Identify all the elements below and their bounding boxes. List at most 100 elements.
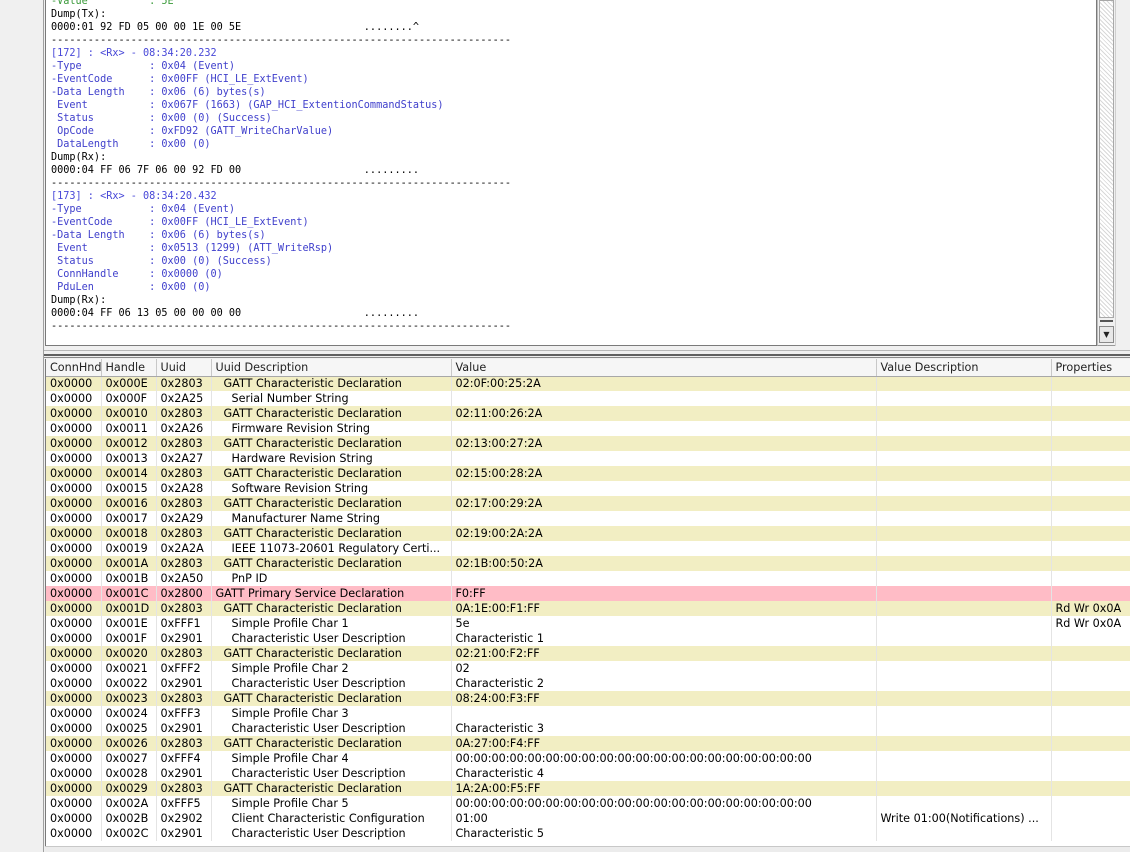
table-row[interactable]: 0x0000 0x001E 0xFFF1 Simple Profile Char 15… (46, 616, 1130, 631)
value-cell[interactable]: Characteristic 5 (451, 826, 877, 841)
table-row[interactable]: 0x0000 0x0017 0x2A29 Manufacturer Name Stri… (46, 511, 1130, 526)
uuid-cell: 0x2803 (156, 406, 212, 421)
value-cell[interactable] (451, 511, 877, 526)
table-row[interactable]: 0x0000 0x0016 0x2803 GATT Characteristic De… (46, 496, 1130, 511)
value-cell[interactable]: 02:13:00:27:2A (451, 436, 877, 451)
table-row[interactable]: 0x0000 0x001B 0x2A50 PnP ID (46, 571, 1130, 586)
scroll-down-arrow-icon[interactable]: ▼ (1099, 326, 1114, 343)
table-row[interactable]: 0x0000 0x002C 0x2901 Characteristic User De… (46, 826, 1130, 841)
value-cell[interactable]: Characteristic 1 (451, 631, 877, 646)
value-cell[interactable]: 02:0F:00:25:2A (451, 376, 877, 391)
log-line: Dump(Rx): (51, 152, 107, 163)
value-cell[interactable]: Characteristic 2 (451, 676, 877, 691)
table-row[interactable]: 0x0000 0x0015 0x2A28 Software Revision Stri… (46, 481, 1130, 496)
table-row[interactable]: 0x0000 0x0010 0x2803 GATT Characteristic De… (46, 406, 1130, 421)
value-cell[interactable]: 02:11:00:26:2A (451, 406, 877, 421)
column-header-connhnd[interactable]: ConnHnd (46, 359, 102, 377)
table-row[interactable]: 0x0000 0x002B 0x2902 Client Characteristic … (46, 811, 1130, 826)
table-row[interactable]: 0x0000 0x0012 0x2803 GATT Characteristic De… (46, 436, 1130, 451)
value-cell[interactable]: 00:00:00:00:00:00:00:00:00:00:00:00:00:0… (451, 751, 877, 766)
pane-splitter[interactable] (44, 346, 1130, 358)
uuid-description-cell: Simple Profile Char 2 (211, 661, 452, 676)
table-row[interactable]: 0x0000 0x0029 0x2803 GATT Characteristic De… (46, 781, 1130, 796)
table-row[interactable]: 0x0000 0x0024 0xFFF3 Simple Profile Char 3 (46, 706, 1130, 721)
table-row[interactable]: 0x0000 0x0022 0x2901 Characteristic User De… (46, 676, 1130, 691)
properties-cell (1051, 496, 1130, 511)
properties-cell (1051, 586, 1130, 601)
column-header-handle[interactable]: Handle (101, 359, 157, 377)
log-line: ConnHandle : 0x0000 (0) (51, 269, 223, 280)
value-cell[interactable]: Characteristic 3 (451, 721, 877, 736)
value-cell[interactable]: 0A:27:00:F4:FF (451, 736, 877, 751)
table-row[interactable]: 0x0000 0x001C 0x2800 GATT Primary Service D… (46, 586, 1130, 601)
value-cell[interactable] (451, 421, 877, 436)
value-cell[interactable] (451, 541, 877, 556)
handle-cell: 0x0013 (101, 451, 157, 466)
value-cell[interactable]: 02:17:00:29:2A (451, 496, 877, 511)
table-row[interactable]: 0x0000 0x0014 0x2803 GATT Characteristic De… (46, 466, 1130, 481)
value-cell[interactable]: 02:19:00:2A:2A (451, 526, 877, 541)
uuid-description-cell: GATT Characteristic Declaration (211, 646, 452, 661)
log-scrollbar-thumb[interactable] (1099, 0, 1114, 318)
value-cell[interactable]: 02:21:00:F2:FF (451, 646, 877, 661)
log-vertical-scrollbar[interactable]: ▼ (1097, 0, 1115, 346)
table-row[interactable]: 0x0000 0x000E 0x2803 GATT Characteristic De… (46, 376, 1130, 391)
table-row[interactable]: 0x0000 0x0011 0x2A26 Firmware Revision Stri… (46, 421, 1130, 436)
value-cell[interactable]: 00:00:00:00:00:00:00:00:00:00:00:00:00:0… (451, 796, 877, 811)
table-row[interactable]: 0x0000 0x001F 0x2901 Characteristic User De… (46, 631, 1130, 646)
table-row[interactable]: 0x0000 0x0027 0xFFF4 Simple Profile Char 40… (46, 751, 1130, 766)
value-cell[interactable] (451, 391, 877, 406)
handle-cell: 0x0024 (101, 706, 157, 721)
table-row[interactable]: 0x0000 0x0019 0x2A2A IEEE 11073-20601 Regul… (46, 541, 1130, 556)
handle-cell: 0x0017 (101, 511, 157, 526)
table-row[interactable]: 0x0000 0x0013 0x2A27 Hardware Revision Stri… (46, 451, 1130, 466)
value-cell[interactable] (451, 571, 877, 586)
uuid-cell: 0xFFF3 (156, 706, 212, 721)
value-cell[interactable]: 08:24:00:F3:FF (451, 691, 877, 706)
message-log-pane[interactable]: -Value : 5E Dump(Tx): 0000:01 92 FD 05 00 … (45, 0, 1097, 346)
value-description-cell (876, 496, 1052, 511)
value-cell[interactable] (451, 706, 877, 721)
column-header-properties[interactable]: Properties (1051, 359, 1130, 377)
value-cell[interactable] (451, 481, 877, 496)
value-cell[interactable] (451, 451, 877, 466)
table-row[interactable]: 0x0000 0x001A 0x2803 GATT Characteristic De… (46, 556, 1130, 571)
value-description-cell (876, 571, 1052, 586)
column-header-value-description[interactable]: Value Description (876, 359, 1052, 377)
value-description-cell (876, 766, 1052, 781)
handle-cell: 0x0014 (101, 466, 157, 481)
uuid-description-cell: Simple Profile Char 4 (211, 751, 452, 766)
value-cell[interactable]: 02:15:00:28:2A (451, 466, 877, 481)
table-row[interactable]: 0x0000 0x0026 0x2803 GATT Characteristic De… (46, 736, 1130, 751)
properties-cell (1051, 481, 1130, 496)
column-header-uuid-description[interactable]: Uuid Description (211, 359, 452, 377)
table-row[interactable]: 0x0000 0x0025 0x2901 Characteristic User De… (46, 721, 1130, 736)
table-row[interactable]: 0x0000 0x0020 0x2803 GATT Characteristic De… (46, 646, 1130, 661)
uuid-cell: 0x2803 (156, 601, 212, 616)
value-cell[interactable]: 5e (451, 616, 877, 631)
value-cell[interactable]: 02:1B:00:50:2A (451, 556, 877, 571)
value-cell[interactable]: 1A:2A:00:F5:FF (451, 781, 877, 796)
table-row[interactable]: 0x0000 0x0018 0x2803 GATT Characteristic De… (46, 526, 1130, 541)
uuid-cell: 0x2803 (156, 496, 212, 511)
log-line: -Data Length : 0x06 (6) bytes(s) (51, 230, 266, 241)
value-cell[interactable]: 01:00 (451, 811, 877, 826)
table-row[interactable]: 0x0000 0x0023 0x2803 GATT Characteristic De… (46, 691, 1130, 706)
table-row[interactable]: 0x0000 0x002A 0xFFF5 Simple Profile Char 50… (46, 796, 1130, 811)
uuid-cell: 0x2A2A (156, 541, 212, 556)
log-line: -EventCode : 0x00FF (HCI_LE_ExtEvent) (51, 217, 309, 228)
column-header-value[interactable]: Value (451, 359, 877, 377)
column-header-uuid[interactable]: Uuid (156, 359, 212, 377)
uuid-description-cell: GATT Characteristic Declaration (211, 781, 452, 796)
attribute-table-pane[interactable]: ConnHnd Handle Uuid Uuid Description Val… (45, 359, 1130, 852)
table-row[interactable]: 0x0000 0x0028 0x2901 Characteristic User De… (46, 766, 1130, 781)
value-cell[interactable]: 0A:1E:00:F1:FF (451, 601, 877, 616)
table-row[interactable]: 0x0000 0x0021 0xFFF2 Simple Profile Char 20… (46, 661, 1130, 676)
value-cell[interactable]: 02 (451, 661, 877, 676)
uuid-description-cell: GATT Characteristic Declaration (211, 691, 452, 706)
uuid-cell: 0x2803 (156, 466, 212, 481)
value-cell[interactable]: F0:FF (451, 586, 877, 601)
value-cell[interactable]: Characteristic 4 (451, 766, 877, 781)
table-row[interactable]: 0x0000 0x000F 0x2A25 Serial Number String (46, 391, 1130, 406)
table-row[interactable]: 0x0000 0x001D 0x2803 GATT Characteristic De… (46, 601, 1130, 616)
